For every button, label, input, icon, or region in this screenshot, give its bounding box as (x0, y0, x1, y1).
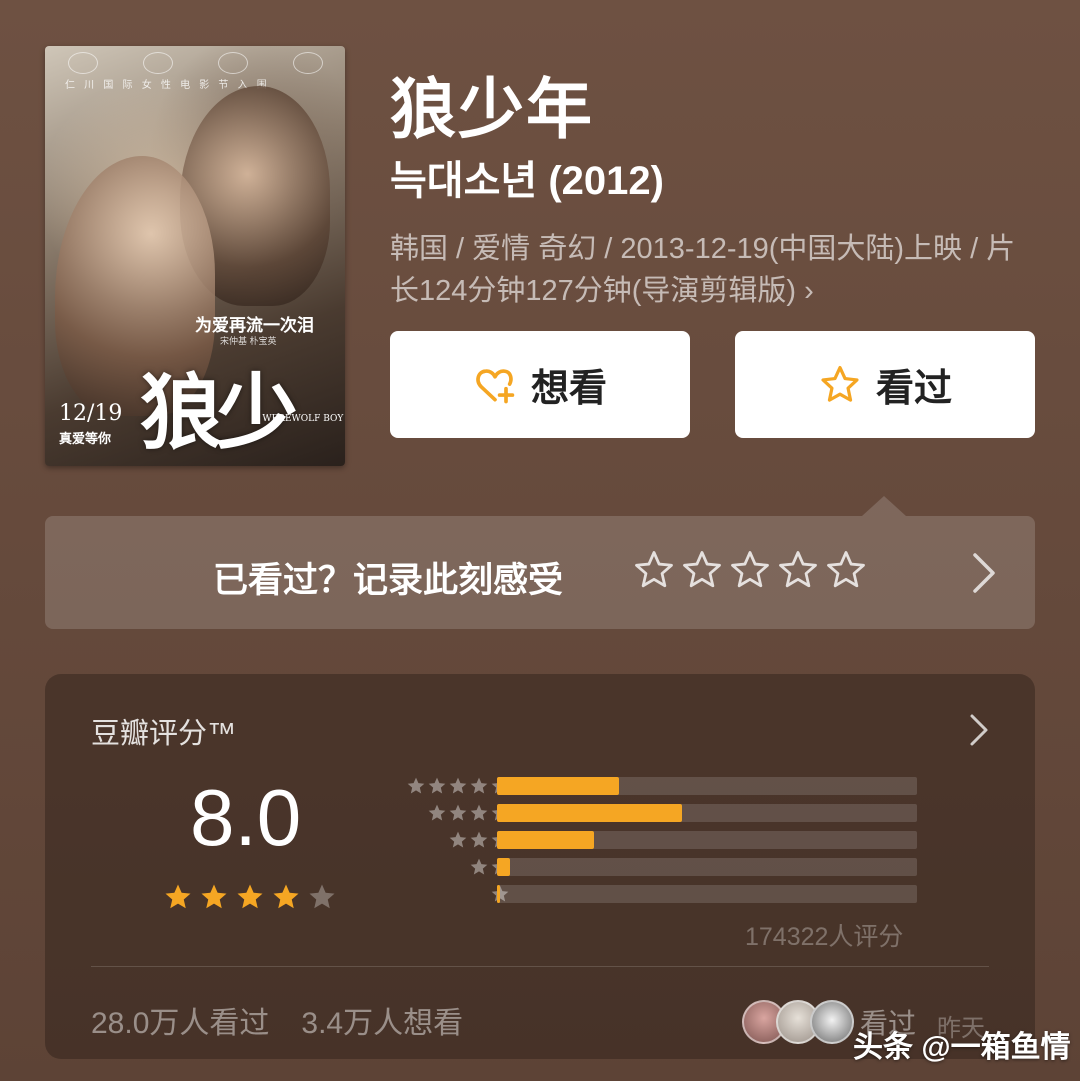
poster-english-title: A WEREWOLF BOY (253, 414, 344, 424)
star-outline-icon (821, 365, 859, 402)
star-small-icon (470, 858, 488, 875)
distribution-row-1-star (375, 882, 935, 909)
poster-date-sub: 真爱等你 (59, 431, 112, 446)
poster-tagline: 为爱再流一次泪 (195, 316, 314, 336)
rating-label: 豆瓣评分™ (91, 718, 237, 750)
rate-prompt-text: 已看过？记录此刻感受 (213, 561, 564, 600)
star-small-icon (470, 804, 488, 821)
movie-meta-link[interactable]: 韩国 / 爱情 奇幻 / 2013-12-19(中国大陆)上映 / 片长124分… (390, 228, 1040, 312)
rate-stars[interactable] (633, 549, 867, 591)
avatar (810, 1000, 854, 1044)
watched-label: 看过 (875, 368, 952, 410)
star-filled-icon (237, 884, 263, 909)
distribution-row-4-star (375, 801, 935, 828)
want-to-watch-button[interactable]: 想看 (390, 331, 690, 438)
star-outline-icon[interactable] (729, 549, 771, 591)
distribution-bar (497, 777, 619, 795)
star-outline-icon[interactable] (825, 549, 867, 591)
watermark: 头条 @一箱鱼情 (853, 1031, 1071, 1064)
star-small-icon (407, 777, 425, 794)
distribution-track (497, 885, 917, 903)
distribution-track (497, 804, 917, 822)
watched-button[interactable]: 看过 (735, 331, 1035, 438)
poster-date: 12/19 (59, 401, 123, 426)
star-empty-icon (309, 884, 335, 909)
star-outline-icon[interactable] (681, 549, 723, 591)
chevron-right-icon[interactable] (963, 710, 993, 750)
star-outline-icon[interactable] (777, 549, 819, 591)
distribution-track (497, 831, 917, 849)
rating-count: 174322人评分 (745, 923, 904, 951)
card-divider (91, 966, 989, 967)
star-filled-icon (165, 884, 191, 909)
watched-count[interactable]: 28.0万人看过 (91, 998, 269, 1042)
movie-original-title: 늑대소년 (2012) (390, 159, 664, 203)
poster-title: 狼少年 (140, 365, 298, 461)
star-small-icon (428, 777, 446, 794)
star-small-icon (470, 777, 488, 794)
chevron-right-icon[interactable] (963, 549, 1003, 597)
distribution-track (497, 777, 917, 795)
distribution-bar (497, 885, 500, 903)
distribution-row-3-star (375, 828, 935, 855)
star-filled-icon (273, 884, 299, 909)
distribution-row-2-star (375, 855, 935, 882)
want-to-watch-label: 想看 (530, 368, 607, 410)
star-filled-icon (201, 884, 227, 909)
distribution-bar (497, 804, 682, 822)
movie-title: 狼少年 (390, 72, 594, 146)
movie-detail-page: 仁 川 国 际 女 性 电 影 节 入 围 为爱再流一次泪 宋仲基 朴宝英 狼少… (0, 0, 1080, 1081)
rating-card[interactable]: 豆瓣评分™ 8.0 174322人评分 28.0万人看过 3.4万人想看 看过 … (45, 674, 1035, 1059)
rating-score: 8.0 (190, 773, 302, 862)
star-small-icon (428, 804, 446, 821)
heart-plus-icon (476, 368, 515, 403)
rate-prompt-bar[interactable]: 已看过？记录此刻感受 (45, 516, 1035, 629)
distribution-row-5-star (375, 774, 935, 801)
star-small-icon (449, 804, 467, 821)
rating-distribution (375, 774, 935, 909)
watch-stats: 28.0万人看过 3.4万人想看 (91, 998, 463, 1042)
movie-poster[interactable]: 仁 川 国 际 女 性 电 影 节 入 围 为爱再流一次泪 宋仲基 朴宝英 狼少… (45, 46, 345, 466)
rating-stars (163, 882, 337, 912)
distribution-star-label (406, 776, 510, 796)
star-outline-icon[interactable] (633, 549, 675, 591)
distribution-bar (497, 858, 510, 876)
distribution-track (497, 858, 917, 876)
star-small-icon (470, 831, 488, 848)
star-small-icon (449, 777, 467, 794)
star-small-icon (449, 831, 467, 848)
want-count[interactable]: 3.4万人想看 (301, 998, 463, 1042)
friend-avatars[interactable] (742, 1000, 854, 1044)
rate-prompt-pointer (862, 496, 906, 516)
distribution-bar (497, 831, 594, 849)
